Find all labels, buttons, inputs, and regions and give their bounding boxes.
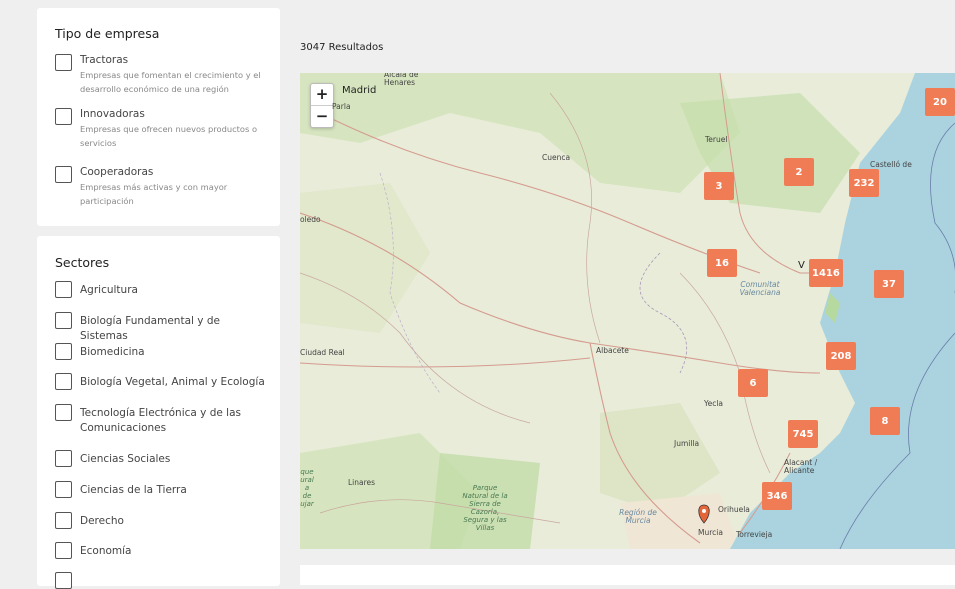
checkbox[interactable] bbox=[55, 450, 72, 467]
map-cluster-marker[interactable]: 16 bbox=[707, 249, 737, 277]
place-label-alcala: Alcalá de Henares bbox=[384, 73, 419, 87]
option-label: Biología Vegetal, Animal y Ecología bbox=[80, 376, 265, 388]
map-cluster-marker[interactable]: 1416 bbox=[809, 259, 843, 287]
option-label: Biología Fundamental y de Sistemas bbox=[80, 315, 220, 342]
place-label-parque-cazorla: Parque Natural de la Sierra de Cazorla, … bbox=[462, 484, 508, 532]
option-label: Biomedicina bbox=[80, 346, 145, 358]
checkbox[interactable] bbox=[55, 572, 72, 589]
place-label-teruel: Teruel bbox=[705, 135, 728, 144]
option-label: Tractoras bbox=[80, 54, 129, 66]
option-label: Innovadoras bbox=[80, 108, 145, 120]
option-description: Empresas más activas y con mayor partici… bbox=[80, 182, 228, 206]
option-description: Empresas que fomentan el crecimiento y e… bbox=[80, 70, 261, 94]
place-label-castellon: Castelló de bbox=[870, 160, 912, 169]
option-label: Agricultura bbox=[80, 284, 138, 296]
sectors-title: Sectores bbox=[55, 255, 110, 270]
company-type-title: Tipo de empresa bbox=[55, 26, 160, 41]
option-label: Tecnología Electrónica y de las Comunica… bbox=[80, 407, 242, 434]
place-label-region-murcia: Región de Murcia bbox=[619, 508, 657, 525]
place-label-valencia: V bbox=[798, 260, 805, 271]
place-label-toledo: oledo bbox=[300, 215, 321, 224]
place-label-alacant: Alacant / Alicante bbox=[784, 458, 818, 475]
results-list-card bbox=[300, 565, 955, 585]
checkbox[interactable] bbox=[55, 108, 72, 125]
option-label: Derecho bbox=[80, 515, 124, 527]
place-label-ciudad-real: Ciudad Real bbox=[300, 348, 345, 357]
map-cluster-marker[interactable]: 6 bbox=[738, 369, 768, 397]
option-label: Cooperadoras bbox=[80, 166, 154, 178]
map-tiles bbox=[300, 73, 955, 549]
place-label-madrid: Madrid bbox=[342, 85, 377, 96]
checkbox[interactable] bbox=[55, 54, 72, 71]
checkbox[interactable] bbox=[55, 512, 72, 529]
checkbox[interactable] bbox=[55, 542, 72, 559]
place-label-jumilla: Jumilla bbox=[674, 439, 700, 448]
map-cluster-marker[interactable]: 346 bbox=[762, 482, 792, 510]
map-cluster-marker[interactable]: 2 bbox=[784, 158, 814, 186]
map-cluster-marker[interactable]: 37 bbox=[874, 270, 904, 298]
place-label-albacete: Albacete bbox=[596, 346, 629, 355]
checkbox[interactable] bbox=[55, 343, 72, 360]
checkbox[interactable] bbox=[55, 281, 72, 298]
map-cluster-marker[interactable]: 20 bbox=[925, 88, 955, 116]
checkbox[interactable] bbox=[55, 481, 72, 498]
place-label-torrevieja: Torrevieja bbox=[736, 530, 773, 539]
map-cluster-marker[interactable]: 3 bbox=[704, 172, 734, 200]
checkbox[interactable] bbox=[55, 404, 72, 421]
results-count: 3047 Resultados bbox=[300, 42, 384, 53]
checkbox[interactable] bbox=[55, 312, 72, 329]
map-view[interactable]: + − Madrid Alcalá de Henares Parla oledo… bbox=[300, 73, 955, 549]
map-cluster-marker[interactable]: 232 bbox=[849, 169, 879, 197]
place-label-parla: Parla bbox=[332, 102, 351, 111]
place-label-parque-left: que ural a de ujar bbox=[300, 468, 314, 508]
company-type-filter-card: Tipo de empresa Tractoras Empresas que f… bbox=[37, 8, 280, 226]
sectors-filter-card: Sectores Agricultura Biología Fundamenta… bbox=[37, 236, 280, 589]
zoom-in-button[interactable]: + bbox=[311, 84, 333, 106]
checkbox[interactable] bbox=[55, 166, 72, 183]
map-cluster-marker[interactable]: 745 bbox=[788, 420, 818, 448]
place-label-comunitat: Comunitat Valenciana bbox=[739, 280, 781, 297]
option-label: Ciencias Sociales bbox=[80, 453, 171, 465]
zoom-control: + − bbox=[310, 83, 334, 128]
option-label: Economía bbox=[80, 545, 132, 557]
zoom-out-button[interactable]: − bbox=[311, 106, 333, 127]
place-label-murcia: Murcia bbox=[698, 528, 723, 537]
checkbox[interactable] bbox=[55, 373, 72, 390]
option-description: Empresas que ofrecen nuevos productos o … bbox=[80, 124, 258, 148]
map-cluster-marker[interactable]: 208 bbox=[826, 342, 856, 370]
place-label-orihuela: Orihuela bbox=[718, 505, 750, 514]
place-label-yecla: Yecla bbox=[704, 399, 724, 408]
place-label-linares: Linares bbox=[348, 478, 376, 487]
option-label: Ciencias de la Tierra bbox=[80, 484, 187, 496]
place-label-cuenca: Cuenca bbox=[542, 153, 571, 162]
map-cluster-marker[interactable]: 8 bbox=[870, 407, 900, 435]
